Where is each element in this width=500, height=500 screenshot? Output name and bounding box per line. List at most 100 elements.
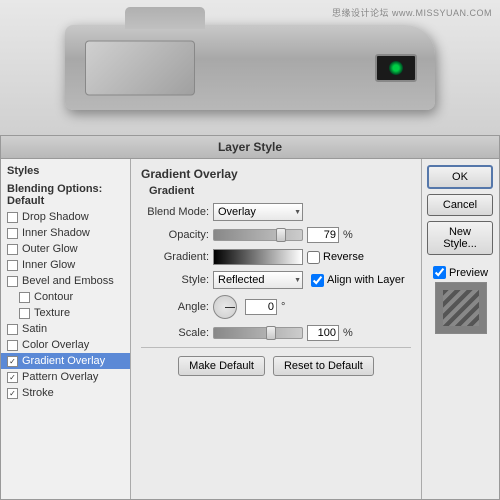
style-row: Style: Reflected Linear Radial Angle Dia…	[141, 271, 411, 289]
watermark: 思缘设计论坛 www.MISSYUAN.COM	[332, 6, 492, 19]
scale-slider[interactable]	[213, 327, 303, 339]
gradient-row: Gradient: Reverse	[141, 249, 411, 265]
camera-top-bump	[125, 7, 205, 29]
preview-checkbox-row: Preview	[433, 266, 488, 279]
bevel-emboss-label: Bevel and Emboss	[22, 275, 114, 287]
new-style-button[interactable]: New Style...	[427, 221, 493, 255]
opacity-input[interactable]	[307, 227, 339, 243]
reverse-label: Reverse	[323, 251, 364, 263]
opacity-slider[interactable]	[213, 229, 303, 241]
sidebar-item-stroke[interactable]: Stroke	[1, 385, 130, 401]
blend-mode-label: Blend Mode:	[141, 206, 209, 218]
style-label: Style:	[141, 274, 209, 286]
dialog-titlebar: Layer Style	[1, 136, 499, 159]
camera-body	[65, 25, 435, 110]
scale-input[interactable]	[307, 325, 339, 341]
inner-glow-checkbox[interactable]	[7, 260, 18, 271]
bottom-buttons: Make Default Reset to Default	[141, 356, 411, 376]
angle-line	[225, 307, 235, 308]
inner-glow-label: Inner Glow	[22, 259, 75, 271]
camera-viewfinder	[375, 54, 417, 82]
opacity-unit: %	[343, 229, 353, 241]
outer-glow-checkbox[interactable]	[7, 244, 18, 255]
satin-checkbox[interactable]	[7, 324, 18, 335]
align-with-layer-checkbox[interactable]	[311, 274, 324, 287]
styles-panel-title: Styles	[1, 163, 130, 181]
sidebar-item-pattern-overlay[interactable]: Pattern Overlay	[1, 369, 130, 385]
reset-to-default-button[interactable]: Reset to Default	[273, 356, 374, 376]
stroke-label: Stroke	[22, 387, 54, 399]
satin-label: Satin	[22, 323, 47, 335]
contour-checkbox[interactable]	[19, 292, 30, 303]
sidebar-item-contour[interactable]: Contour	[1, 289, 130, 305]
inner-shadow-label: Inner Shadow	[22, 227, 90, 239]
angle-unit: °	[281, 301, 285, 313]
texture-checkbox[interactable]	[19, 308, 30, 319]
sidebar-item-color-overlay[interactable]: Color Overlay	[1, 337, 130, 353]
sidebar-item-inner-shadow[interactable]: Inner Shadow	[1, 225, 130, 241]
contour-label: Contour	[34, 291, 73, 303]
scale-label: Scale:	[141, 327, 209, 339]
angle-row: Angle: °	[141, 295, 411, 319]
pattern-overlay-label: Pattern Overlay	[22, 371, 98, 383]
sub-title: Gradient	[141, 185, 411, 197]
styles-panel: Styles Blending Options: Default Drop Sh…	[1, 159, 131, 499]
gradient-overlay-checkbox[interactable]	[7, 356, 18, 367]
style-select-wrapper[interactable]: Reflected Linear Radial Angle Diamond	[213, 271, 303, 289]
reverse-checkbox[interactable]	[307, 251, 320, 264]
angle-input[interactable]	[245, 299, 277, 315]
pattern-overlay-checkbox[interactable]	[7, 372, 18, 383]
scale-slider-container: %	[213, 325, 353, 341]
main-content: Gradient Overlay Gradient Blend Mode: Ov…	[131, 159, 421, 499]
preview-section: Preview	[427, 266, 494, 334]
opacity-label: Opacity:	[141, 229, 209, 241]
sidebar-item-gradient-overlay[interactable]: Gradient Overlay	[1, 353, 130, 369]
preview-inner	[443, 290, 479, 326]
texture-label: Texture	[34, 307, 70, 319]
blend-mode-select[interactable]: Overlay Normal Multiply Screen	[213, 203, 303, 221]
align-with-layer-label: Align with Layer	[327, 274, 405, 286]
sidebar-item-outer-glow[interactable]: Outer Glow	[1, 241, 130, 257]
divider	[141, 347, 411, 348]
bevel-emboss-checkbox[interactable]	[7, 276, 18, 287]
drop-shadow-checkbox[interactable]	[7, 212, 18, 223]
outer-glow-label: Outer Glow	[22, 243, 78, 255]
opacity-row: Opacity: %	[141, 227, 411, 243]
layer-style-dialog: Layer Style Styles Blending Options: Def…	[0, 135, 500, 500]
color-overlay-checkbox[interactable]	[7, 340, 18, 351]
blending-options-label: Blending Options: Default	[7, 183, 124, 207]
sidebar-item-texture[interactable]: Texture	[1, 305, 130, 321]
preview-label: Preview	[449, 267, 488, 279]
right-panel: OK Cancel New Style... Preview	[421, 159, 499, 499]
scale-row: Scale: %	[141, 325, 411, 341]
camera-preview: 思缘设计论坛 www.MISSYUAN.COM	[0, 0, 500, 135]
gradient-preview[interactable]	[213, 249, 303, 265]
blend-mode-select-wrapper[interactable]: Overlay Normal Multiply Screen	[213, 203, 303, 221]
sidebar-item-satin[interactable]: Satin	[1, 321, 130, 337]
cancel-button[interactable]: Cancel	[427, 194, 493, 216]
sidebar-item-bevel-emboss[interactable]: Bevel and Emboss	[1, 273, 130, 289]
gradient-overlay-label: Gradient Overlay	[22, 355, 105, 367]
color-overlay-label: Color Overlay	[22, 339, 89, 351]
make-default-button[interactable]: Make Default	[178, 356, 265, 376]
ok-button[interactable]: OK	[427, 165, 493, 189]
dialog-title: Layer Style	[218, 140, 282, 154]
gradient-label: Gradient:	[141, 251, 209, 263]
angle-circle[interactable]	[213, 295, 237, 319]
dialog-body: Styles Blending Options: Default Drop Sh…	[1, 159, 499, 499]
camera-lens	[85, 40, 195, 95]
section-title: Gradient Overlay	[141, 167, 411, 181]
stroke-checkbox[interactable]	[7, 388, 18, 399]
sidebar-item-drop-shadow[interactable]: Drop Shadow	[1, 209, 130, 225]
camera-viewfinder-inner	[389, 61, 403, 75]
opacity-slider-container: %	[213, 227, 353, 243]
preview-checkbox[interactable]	[433, 266, 446, 279]
style-select[interactable]: Reflected Linear Radial Angle Diamond	[213, 271, 303, 289]
inner-shadow-checkbox[interactable]	[7, 228, 18, 239]
align-with-layer-row: Align with Layer	[311, 274, 405, 287]
scale-unit: %	[343, 327, 353, 339]
drop-shadow-label: Drop Shadow	[22, 211, 89, 223]
blend-mode-row: Blend Mode: Overlay Normal Multiply Scre…	[141, 203, 411, 221]
sidebar-item-inner-glow[interactable]: Inner Glow	[1, 257, 130, 273]
sidebar-item-blending-options[interactable]: Blending Options: Default	[1, 181, 130, 209]
